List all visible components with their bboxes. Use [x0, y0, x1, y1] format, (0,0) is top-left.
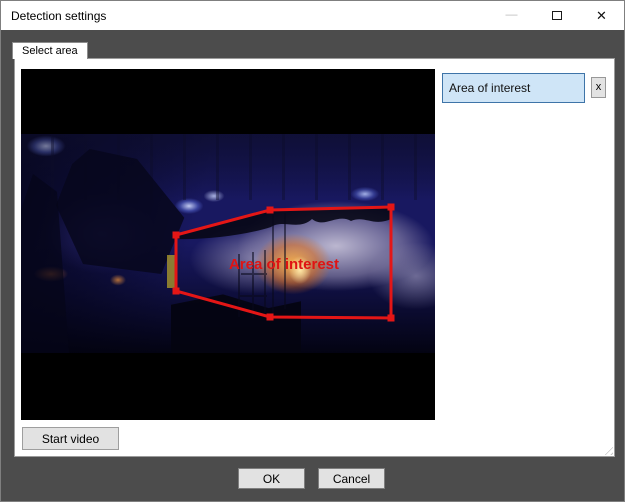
polygon-handle	[266, 313, 274, 321]
ok-button[interactable]: OK	[238, 468, 305, 489]
polygon-handle	[172, 231, 180, 239]
tab-select-area[interactable]: Select area	[12, 42, 88, 59]
select-area-tab-panel: Area of interest x Start video	[14, 58, 615, 457]
titlebar: Detection settings — ✕	[1, 1, 624, 30]
polygon-handle	[266, 206, 274, 214]
cancel-button[interactable]: Cancel	[318, 468, 385, 489]
detection-settings-dialog: Detection settings — ✕ Select area Area …	[0, 0, 625, 502]
caption-buttons: — ✕	[489, 1, 624, 30]
minimize-icon: —	[505, 6, 518, 21]
area-name-input[interactable]	[442, 73, 585, 103]
area-overlay-label: Area of interest	[229, 256, 339, 273]
resize-grip-icon[interactable]	[601, 443, 613, 455]
maximize-icon	[551, 11, 562, 20]
polygon-handle	[387, 314, 395, 322]
start-video-button[interactable]: Start video	[22, 427, 119, 450]
area-overlay: Area of interest	[167, 203, 395, 322]
video-display[interactable]: Area of interest	[21, 69, 435, 420]
remove-area-button[interactable]: x	[591, 77, 606, 98]
polygon-handle	[387, 203, 395, 211]
dialog-body: Select area Area of interest Area of int…	[1, 30, 624, 501]
polygon-handle	[172, 287, 180, 295]
close-icon: ✕	[596, 8, 607, 23]
maximize-button[interactable]	[534, 1, 579, 30]
roof-silhouette	[176, 208, 391, 240]
close-button[interactable]: ✕	[579, 1, 624, 30]
window-title: Detection settings	[11, 8, 107, 23]
minimize-button[interactable]: —	[489, 1, 534, 30]
